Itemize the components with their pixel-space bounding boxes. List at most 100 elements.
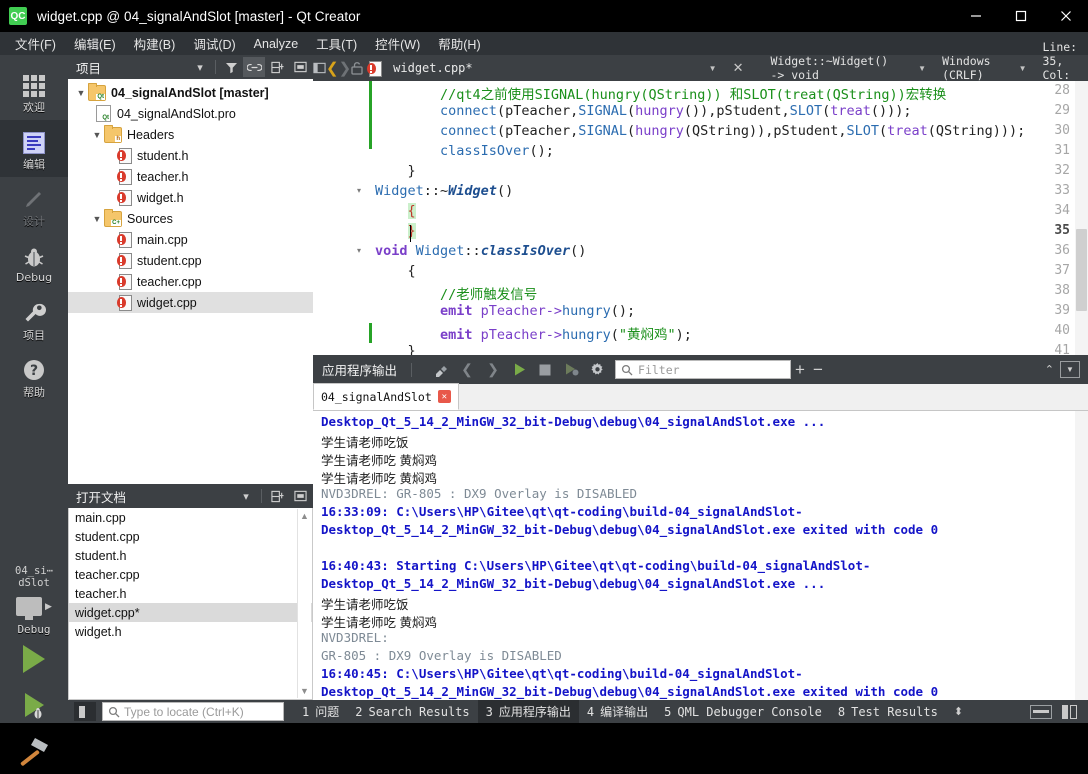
editor-file-chip[interactable]: widget.cpp* <box>363 60 473 77</box>
line-ending-selector[interactable]: Windows (CRLF) <box>942 54 990 82</box>
clear-output-icon[interactable] <box>429 358 453 382</box>
maximize-button[interactable] <box>998 0 1043 32</box>
output-tab[interactable]: 04_signalAndSlot ✕ <box>313 383 459 410</box>
list-item[interactable]: teacher.h <box>69 584 312 603</box>
sidebar-toggle-icon[interactable] <box>313 56 326 80</box>
filter-input[interactable]: Filter <box>615 360 792 379</box>
tree-row-file[interactable]: teacher.h <box>68 166 313 187</box>
menu-debug[interactable]: 调试(D) <box>184 32 244 55</box>
tree-row-file[interactable]: student.cpp <box>68 250 313 271</box>
chevron-down-icon[interactable]: ▾ <box>189 57 211 77</box>
toggle-sidebar-button[interactable] <box>74 702 96 721</box>
build-button[interactable] <box>0 728 68 774</box>
maximize-output-icon[interactable]: ▼ <box>1060 361 1080 378</box>
status-item-qml-debugger-console[interactable]: 5 QML Debugger Console <box>656 702 830 722</box>
menu-widgets[interactable]: 控件(W) <box>366 32 429 55</box>
mode-debug[interactable]: Debug <box>0 234 68 291</box>
split-icon[interactable] <box>266 57 288 77</box>
menu-file[interactable]: 文件(F) <box>6 32 65 55</box>
chevron-down-icon[interactable]: ▼ <box>912 64 932 73</box>
mode-edit[interactable]: 编辑 <box>0 120 68 177</box>
chevron-down-icon[interactable]: ▼ <box>90 214 104 224</box>
mode-design[interactable]: 设计 <box>0 177 68 234</box>
chevron-down-icon[interactable]: ▼ <box>703 64 723 73</box>
chevron-down-icon[interactable]: ▼ <box>1013 64 1033 73</box>
mode-projects[interactable]: 项目 <box>0 291 68 348</box>
close-pane-icon[interactable] <box>289 57 311 77</box>
minimize-button[interactable] <box>953 0 998 32</box>
stop-icon[interactable] <box>533 358 557 382</box>
status-item-test-results[interactable]: 8 Test Results <box>830 702 946 722</box>
menu-help[interactable]: 帮助(H) <box>429 32 489 55</box>
status-item-application-output[interactable]: 3 应用程序输出 <box>477 700 579 723</box>
tree-row-pro-file[interactable]: Qt 04_signalAndSlot.pro <box>68 103 313 124</box>
status-item-issues[interactable]: 1 问题 <box>294 700 347 723</box>
output-text[interactable]: Desktop_Qt_5_14_2_MinGW_32_bit-Debug\deb… <box>313 411 1088 701</box>
close-document-icon[interactable]: ✕ <box>727 60 750 76</box>
chevron-down-icon[interactable]: ▼ <box>74 88 88 98</box>
editor-scrollbar[interactable] <box>1075 81 1088 355</box>
open-documents-list[interactable]: main.cpp student.cpp student.h teacher.c… <box>68 508 313 700</box>
navigate-forward-icon[interactable]: ❯ <box>339 56 352 80</box>
tree-row-project[interactable]: ▼ Qt 04_signalAndSlot [master] <box>68 82 313 103</box>
chevron-down-icon[interactable]: ▼ <box>90 130 104 140</box>
zoom-out-button[interactable]: − <box>809 361 827 378</box>
tree-row-sources[interactable]: ▼ C+ Sources <box>68 208 313 229</box>
project-tree[interactable]: ▼ Qt 04_signalAndSlot [master] Qt 04_sig… <box>68 79 313 484</box>
scroll-down-icon[interactable]: ▼ <box>300 684 309 698</box>
unlock-icon[interactable] <box>351 56 363 80</box>
chevron-down-icon[interactable]: ▾ <box>235 486 257 506</box>
gear-icon[interactable] <box>585 358 609 382</box>
menu-build[interactable]: 构建(B) <box>125 32 185 55</box>
tree-row-file[interactable]: student.h <box>68 145 313 166</box>
close-icon[interactable]: ✕ <box>437 390 451 403</box>
zoom-in-button[interactable]: + <box>791 361 809 378</box>
kit-selector[interactable]: 04_si⋯dSlot ▶ Debug <box>0 560 68 774</box>
menu-bar: 文件(F) 编辑(E) 构建(B) 调试(D) Analyze 工具(T) 控件… <box>0 32 1088 55</box>
prev-item-icon[interactable]: ❮ <box>455 358 479 382</box>
list-item[interactable]: student.h <box>69 546 312 565</box>
tree-row-file[interactable]: main.cpp <box>68 229 313 250</box>
more-panes-icon[interactable]: ⬍ <box>946 705 971 718</box>
next-item-icon[interactable]: ❯ <box>481 358 505 382</box>
tree-row-file-selected[interactable]: widget.cpp <box>68 292 313 313</box>
toggle-right-sidebar-icon[interactable] <box>1062 704 1078 719</box>
debug-button[interactable] <box>0 682 68 728</box>
status-item-compile-output[interactable]: 4 编译输出 <box>579 700 656 723</box>
fold-marker[interactable]: ▾ <box>357 186 361 195</box>
menu-edit[interactable]: 编辑(E) <box>65 32 125 55</box>
mode-welcome[interactable]: 欢迎 <box>0 63 68 120</box>
list-item[interactable]: teacher.cpp <box>69 565 312 584</box>
filter-icon[interactable] <box>220 57 242 77</box>
scroll-up-icon[interactable]: ▲ <box>300 509 309 523</box>
close-button[interactable] <box>1043 0 1088 32</box>
editor-scroll-thumb[interactable] <box>1076 229 1087 311</box>
link-icon[interactable] <box>243 57 265 77</box>
output-scrollbar[interactable] <box>1075 411 1088 701</box>
run-icon[interactable] <box>507 358 531 382</box>
split-icon[interactable] <box>266 486 288 506</box>
output-line: Desktop_Qt_5_14_2_MinGW_32_bit-Debug\deb… <box>321 522 939 537</box>
fold-marker[interactable]: ▾ <box>357 246 361 255</box>
tree-row-headers[interactable]: ▼ h Headers <box>68 124 313 145</box>
attach-debugger-icon[interactable] <box>559 358 583 382</box>
list-item-selected[interactable]: widget.cpp* <box>69 603 312 622</box>
navigate-back-icon[interactable]: ❮ <box>326 56 339 80</box>
editor-symbol[interactable]: Widget::~Widget() -> void <box>770 54 888 82</box>
run-button[interactable] <box>0 636 68 682</box>
locator-input[interactable]: Type to locate (Ctrl+K) <box>102 702 284 721</box>
output-line: NVD3DREL: GR-805 : DX9 Overlay is DISABL… <box>321 486 638 501</box>
open-documents-scrollbar[interactable]: ▲ ▼ <box>297 509 311 698</box>
code-area[interactable]: 28 29 30 31 32 33 34 35 36 37 38 39 40 4… <box>313 81 1088 355</box>
mode-help[interactable]: ? 帮助 <box>0 348 68 405</box>
list-item[interactable]: widget.h <box>69 622 312 641</box>
tree-row-file[interactable]: widget.h <box>68 187 313 208</box>
list-item[interactable]: student.cpp <box>69 527 312 546</box>
list-item[interactable]: main.cpp <box>69 508 312 527</box>
close-pane-icon[interactable] <box>289 486 311 506</box>
menu-tools[interactable]: 工具(T) <box>307 32 366 55</box>
tree-row-file[interactable]: teacher.cpp <box>68 271 313 292</box>
chevron-up-icon[interactable]: ⌃ <box>1045 363 1054 376</box>
status-item-search-results[interactable]: 2 Search Results <box>347 702 477 722</box>
menu-analyze[interactable]: Analyze <box>245 35 307 53</box>
